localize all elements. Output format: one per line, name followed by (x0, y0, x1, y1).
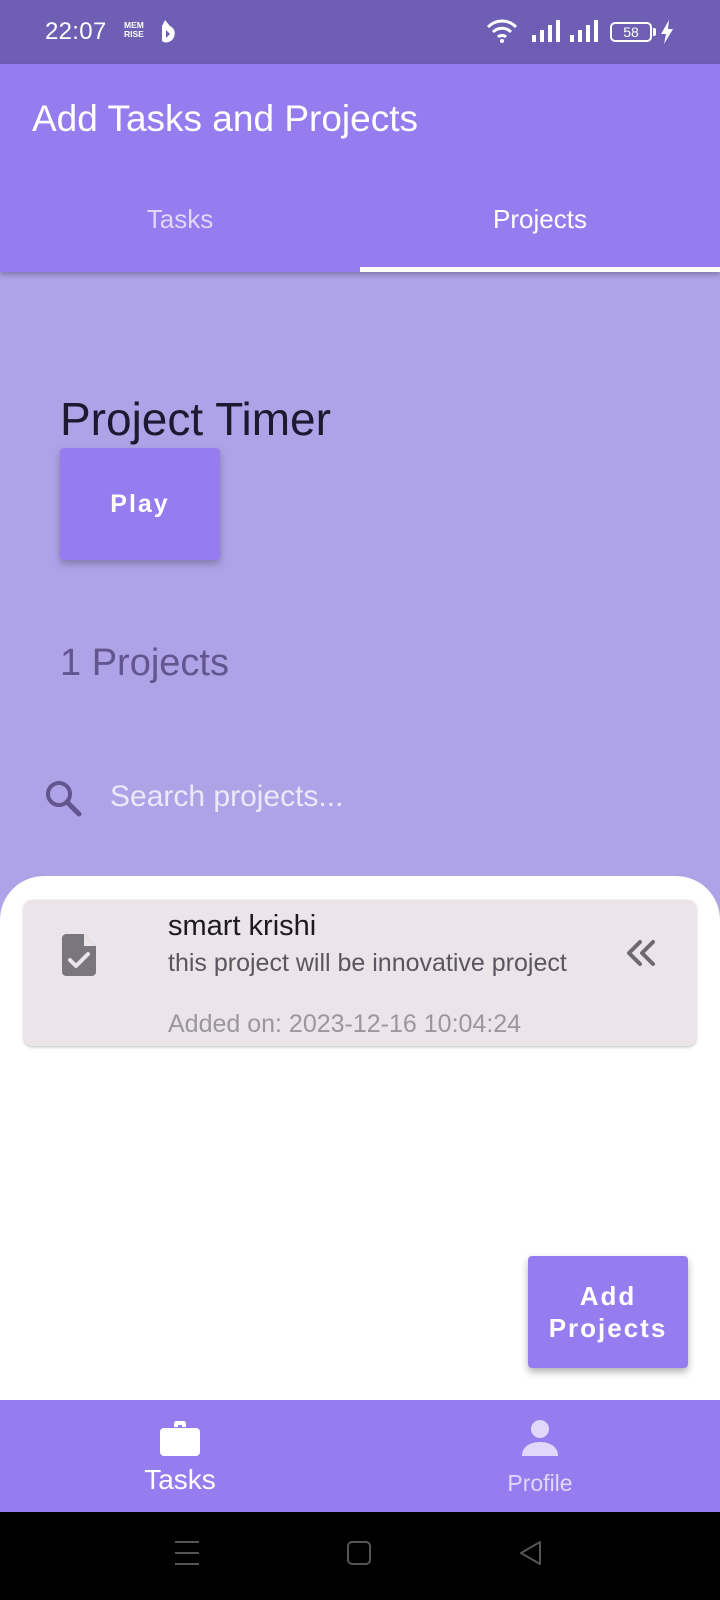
project-name: smart krishi (168, 910, 317, 942)
page-title: Add Tasks and Projects (32, 98, 418, 139)
add-projects-label: Add Projects (548, 1281, 668, 1343)
signal-icon-sim2 (570, 20, 598, 42)
battery-level: 58 (623, 24, 639, 40)
project-added-date: Added on: 2023-12-16 10:04:24 (168, 1010, 522, 1038)
nav-item-profile[interactable]: Profile (360, 1400, 720, 1512)
file-check-icon (62, 934, 96, 976)
nav-item-tasks[interactable]: Tasks (0, 1400, 360, 1512)
briefcase-icon (160, 1421, 200, 1456)
double-chevron-left-icon[interactable] (624, 938, 658, 968)
battery-indicator: 58 (610, 22, 652, 42)
status-bar: 22:07 MEM RISE 58 (0, 0, 720, 64)
search-input[interactable] (110, 767, 670, 827)
back-icon[interactable] (518, 1540, 542, 1566)
project-description: this project will be innovative project (168, 949, 567, 977)
charging-icon (661, 20, 673, 44)
tab-indicator (360, 267, 720, 272)
play-button[interactable]: Play (60, 448, 220, 560)
signal-icon-sim1 (532, 20, 560, 42)
status-time: 22:07 (45, 18, 107, 45)
system-navigation-bar (0, 1512, 720, 1600)
search-bar (40, 767, 680, 827)
nav-label-profile: Profile (507, 1470, 573, 1496)
list-item[interactable]: smart krishi this project will be innova… (24, 900, 696, 1046)
tab-tasks[interactable]: Tasks (0, 204, 360, 235)
nav-label-tasks: Tasks (144, 1464, 216, 1495)
battery-tip (653, 28, 656, 36)
bottom-nav: Tasks Profile (0, 1400, 720, 1512)
notification-app-icon (162, 20, 175, 43)
projects-count: 1 Projects (60, 642, 229, 684)
add-projects-button[interactable]: Add Projects (528, 1256, 688, 1368)
memrise-app-icon: MEM RISE (124, 20, 144, 39)
app-bar: Add Tasks and Projects Tasks Projects (0, 64, 720, 272)
person-icon (522, 1420, 558, 1456)
tab-projects[interactable]: Projects (360, 204, 720, 235)
timer-title: Project Timer (60, 393, 331, 445)
menu-icon[interactable] (174, 1540, 200, 1566)
search-icon (46, 781, 82, 817)
wifi-icon (486, 19, 518, 43)
home-icon[interactable] (347, 1540, 371, 1566)
